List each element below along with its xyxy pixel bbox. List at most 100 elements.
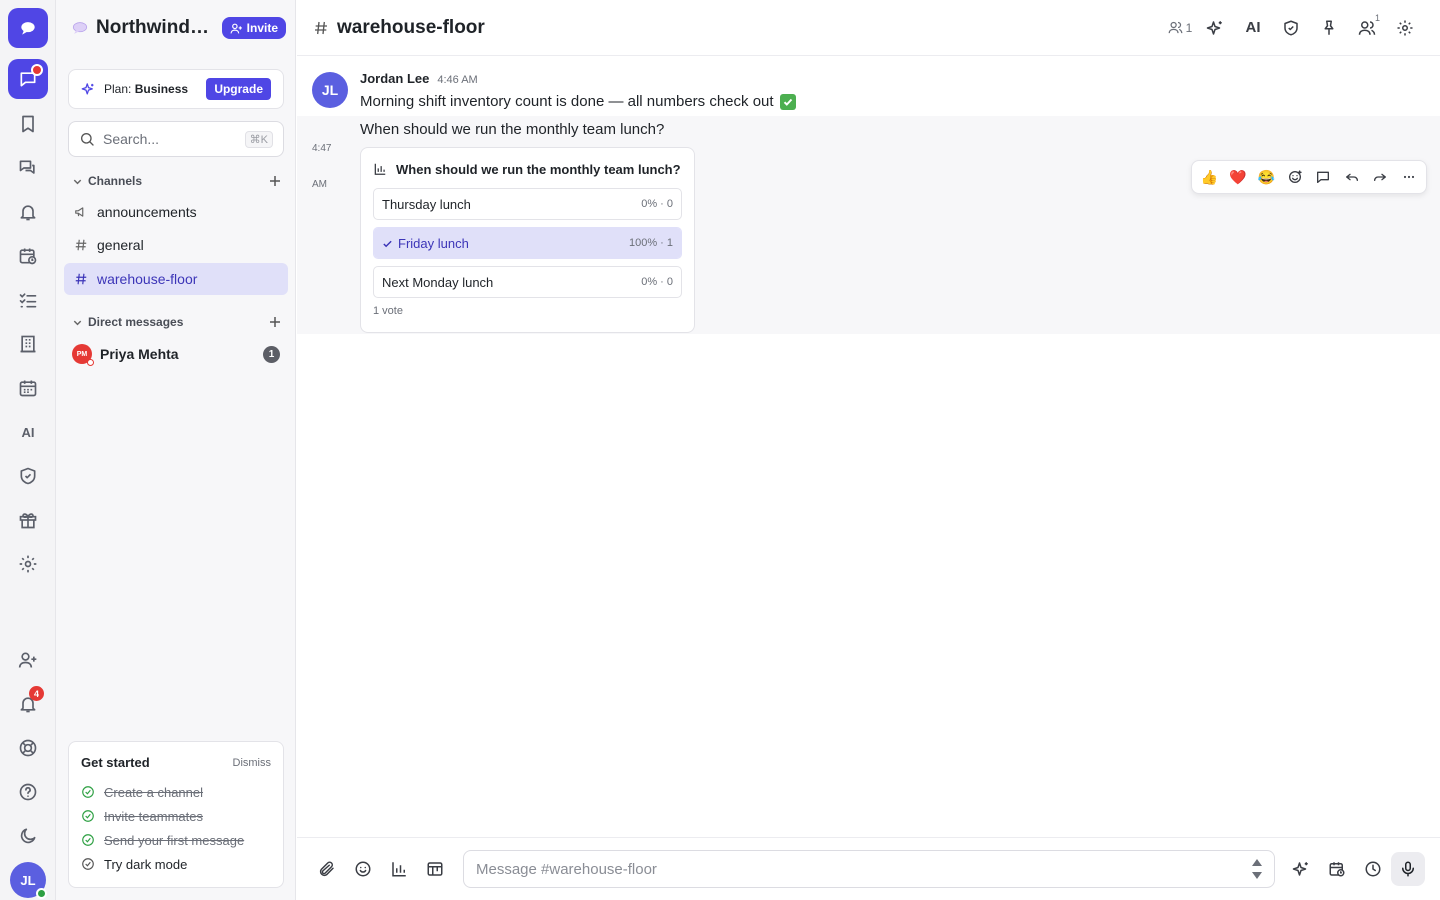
check-circle-icon (82, 858, 94, 870)
paperclip-icon[interactable] (309, 851, 345, 887)
ai-button[interactable]: AI (1234, 12, 1272, 44)
workspace-header[interactable]: Northwind Logistics Invite (70, 12, 286, 44)
calendar-icon[interactable] (8, 368, 48, 408)
message-input-box[interactable] (463, 850, 1275, 888)
hash-icon (75, 273, 87, 285)
react-laugh[interactable]: 😂 (1252, 163, 1281, 191)
message-action-bar: 👍 ❤️ 😂 (1191, 160, 1427, 194)
building-icon[interactable] (8, 324, 48, 364)
workspace-name[interactable]: Northwind Logistics (96, 17, 214, 39)
checklist-item[interactable]: Create a channel (81, 780, 271, 804)
shield-icon[interactable] (1272, 12, 1310, 44)
sparkle-icon[interactable] (1196, 12, 1234, 44)
member-count-button[interactable]: 1 (1164, 12, 1196, 44)
gift-icon[interactable] (8, 500, 48, 540)
channel-warehouse-floor[interactable]: warehouse-floor (64, 263, 288, 295)
moon-icon[interactable] (8, 816, 48, 856)
dm-section-header[interactable]: Direct messages (72, 312, 282, 332)
user-avatar[interactable]: JL (10, 862, 47, 899)
avatar: PM (72, 344, 94, 366)
dm-priya-mehta[interactable]: PM Priya Mehta 1 (64, 338, 288, 370)
channel-header: warehouse-floor 1 AI 1 (297, 0, 1440, 56)
message-text: Morning shift inventory count is done — … (360, 93, 796, 110)
add-reaction-icon[interactable] (1281, 163, 1310, 191)
ai-icon[interactable]: AI (8, 412, 48, 452)
bookmark-icon[interactable] (8, 104, 48, 144)
avatar[interactable]: JL (312, 72, 348, 108)
channel-general[interactable]: general (64, 229, 288, 261)
clock-icon[interactable] (1355, 851, 1391, 887)
bell-icon[interactable]: 4 (8, 684, 48, 724)
channel-announcements[interactable]: announcements (64, 196, 288, 228)
sparkle-icon[interactable] (1283, 851, 1319, 887)
hash-icon (75, 239, 87, 251)
checklist-item[interactable]: Send your first message (81, 828, 271, 852)
add-user-icon (230, 23, 242, 33)
more-icon[interactable] (1395, 163, 1424, 191)
poll-title: When should we run the monthly team lunc… (373, 160, 682, 178)
people-count: 1 (1374, 12, 1380, 23)
invite-button[interactable]: Invite (221, 17, 286, 39)
checklist-item[interactable]: Invite teammates (81, 804, 271, 828)
check-circle-icon (82, 786, 94, 798)
notification-badge: 4 (29, 686, 44, 701)
app-rail: AI 4 JL (0, 0, 56, 900)
add-dm-icon[interactable] (268, 315, 282, 329)
poll-option[interactable]: Next Monday lunch 0% · 0 (373, 266, 682, 298)
poll-option[interactable]: Thursday lunch 0% · 0 (373, 188, 682, 220)
plan-card: Plan: Business Upgrade (68, 69, 284, 109)
chat-bubble-icon (70, 18, 90, 38)
checklist-item[interactable]: Try dark mode (81, 852, 271, 876)
lifebuoy-icon[interactable] (8, 728, 48, 768)
add-channel-icon[interactable] (268, 174, 282, 188)
check-circle-icon (82, 834, 94, 846)
check-circle-icon (82, 810, 94, 822)
help-icon[interactable] (8, 772, 48, 812)
bell-icon[interactable] (8, 192, 48, 232)
microphone-icon[interactable] (1391, 852, 1425, 886)
message-time: 4:46 AM (437, 74, 478, 86)
react-thumbs-up[interactable]: 👍 (1195, 163, 1224, 191)
chevron-up-icon (1252, 859, 1262, 866)
react-heart[interactable]: ❤️ (1224, 163, 1253, 191)
poll-card: When should we run the monthly team lunc… (360, 147, 695, 333)
chevron-down-icon (73, 320, 82, 325)
gear-icon[interactable] (1386, 12, 1424, 44)
message-input[interactable] (476, 860, 1236, 878)
add-user-icon[interactable] (8, 640, 48, 680)
resize-handle[interactable] (1252, 859, 1262, 879)
checklist-icon[interactable] (8, 280, 48, 320)
chat-icon[interactable] (8, 59, 48, 99)
message-author[interactable]: Jordan Lee (360, 71, 429, 86)
check-mark-emoji (779, 93, 796, 110)
schedule-icon[interactable] (1319, 851, 1355, 887)
main-panel: warehouse-floor 1 AI 1 JL Jordan Lee 4:4… (297, 0, 1440, 900)
pin-icon[interactable] (1310, 12, 1348, 44)
poll-option[interactable]: Friday lunch 100% · 1 (373, 227, 682, 259)
sidebar: Northwind Logistics Invite Plan: Busines… (56, 0, 296, 900)
gear-icon[interactable] (8, 544, 48, 584)
poll-icon[interactable] (381, 851, 417, 887)
people-icon[interactable]: 1 (1348, 12, 1386, 44)
threads-icon[interactable] (8, 148, 48, 188)
unread-dot (31, 64, 43, 76)
online-status-dot (36, 888, 47, 899)
search-box[interactable]: ⌘K (68, 121, 284, 157)
board-icon[interactable] (417, 851, 453, 887)
channels-section-header[interactable]: Channels (72, 171, 282, 191)
dismiss-button[interactable]: Dismiss (233, 757, 272, 769)
upgrade-button[interactable]: Upgrade (206, 78, 271, 100)
hash-icon (315, 21, 327, 34)
shield-icon[interactable] (8, 456, 48, 496)
forward-icon[interactable] (1366, 163, 1395, 191)
reply-thread-icon[interactable] (1309, 163, 1338, 191)
get-started-title: Get started (81, 755, 150, 770)
poll-vote-total: 1 vote (373, 305, 403, 317)
calendar-clock-icon[interactable] (8, 236, 48, 276)
search-icon (81, 133, 94, 146)
message[interactable]: 4:47 AM When should we run the monthly t… (297, 116, 1440, 334)
chat-bubble-icon[interactable] (8, 8, 48, 48)
search-input[interactable] (103, 131, 233, 147)
emoji-icon[interactable] (345, 851, 381, 887)
reply-icon[interactable] (1338, 163, 1367, 191)
